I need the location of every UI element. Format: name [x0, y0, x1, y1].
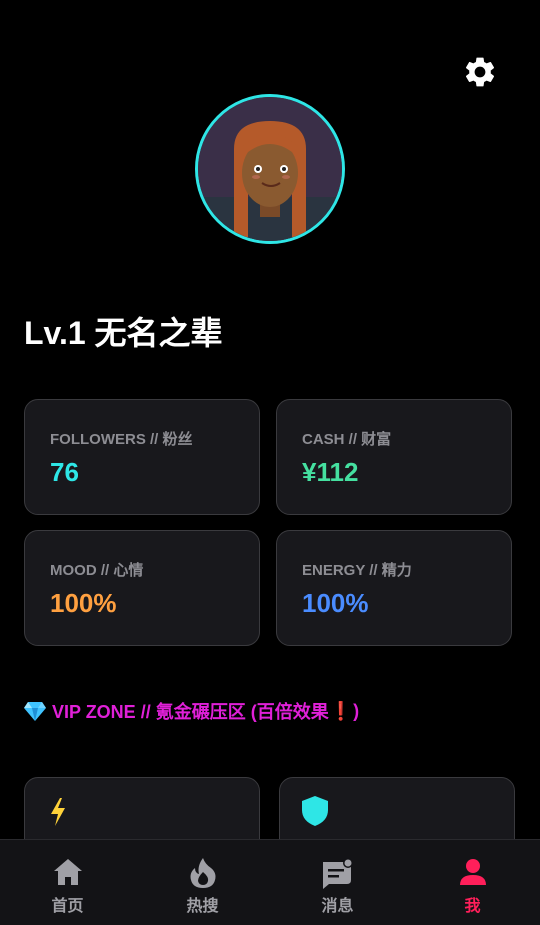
tab-messages[interactable]: 消息 — [270, 840, 405, 925]
tab-trending-label: 热搜 — [186, 898, 219, 915]
cash-value: ¥112 — [302, 457, 359, 487]
bottom-tab-bar: 首页 热搜 消息 我 — [0, 839, 540, 925]
cash-label: CASH // 财富 — [302, 431, 392, 448]
tab-me-label: 我 — [464, 898, 481, 915]
tab-me[interactable]: 我 — [405, 840, 540, 925]
lightning-icon — [51, 798, 65, 826]
followers-card[interactable]: FOLLOWERS // 粉丝 76 — [24, 399, 260, 515]
message-icon — [322, 858, 353, 889]
mood-value: 100% — [50, 588, 117, 618]
gear-icon — [465, 57, 495, 87]
tab-home[interactable]: 首页 — [0, 840, 135, 925]
diamond-icon — [24, 702, 46, 721]
level-title: Lv.1 无名之辈 — [24, 315, 223, 351]
tab-messages-label: 消息 — [321, 898, 354, 915]
energy-value: 100% — [302, 588, 369, 618]
flame-icon — [190, 858, 215, 888]
followers-value: 76 — [50, 457, 79, 487]
followers-label: FOLLOWERS // 粉丝 — [50, 431, 193, 448]
vip-exclaim-icon: ❗ — [329, 700, 353, 721]
mood-label: MOOD // 心情 — [50, 562, 144, 579]
vip-zone-text: VIP ZONE // 氪金碾压区 (百倍效果 — [52, 702, 329, 722]
tab-trending[interactable]: 热搜 — [135, 840, 270, 925]
tab-home-label: 首页 — [51, 898, 84, 915]
settings-button[interactable] — [462, 54, 498, 90]
shield-icon — [302, 796, 328, 826]
vip-zone-link[interactable]: VIP ZONE // 氪金碾压区 (百倍效果 ❗ ) — [24, 698, 359, 724]
vip-zone-close: ) — [353, 700, 360, 721]
home-icon — [53, 859, 82, 885]
person-icon — [459, 859, 486, 885]
avatar-portrait — [198, 97, 342, 241]
energy-label: ENERGY // 精力 — [302, 562, 412, 579]
avatar[interactable] — [195, 94, 345, 244]
cash-card[interactable]: CASH // 财富 ¥112 — [276, 399, 512, 515]
mood-card[interactable]: MOOD // 心情 100% — [24, 530, 260, 646]
energy-card[interactable]: ENERGY // 精力 100% — [276, 530, 512, 646]
